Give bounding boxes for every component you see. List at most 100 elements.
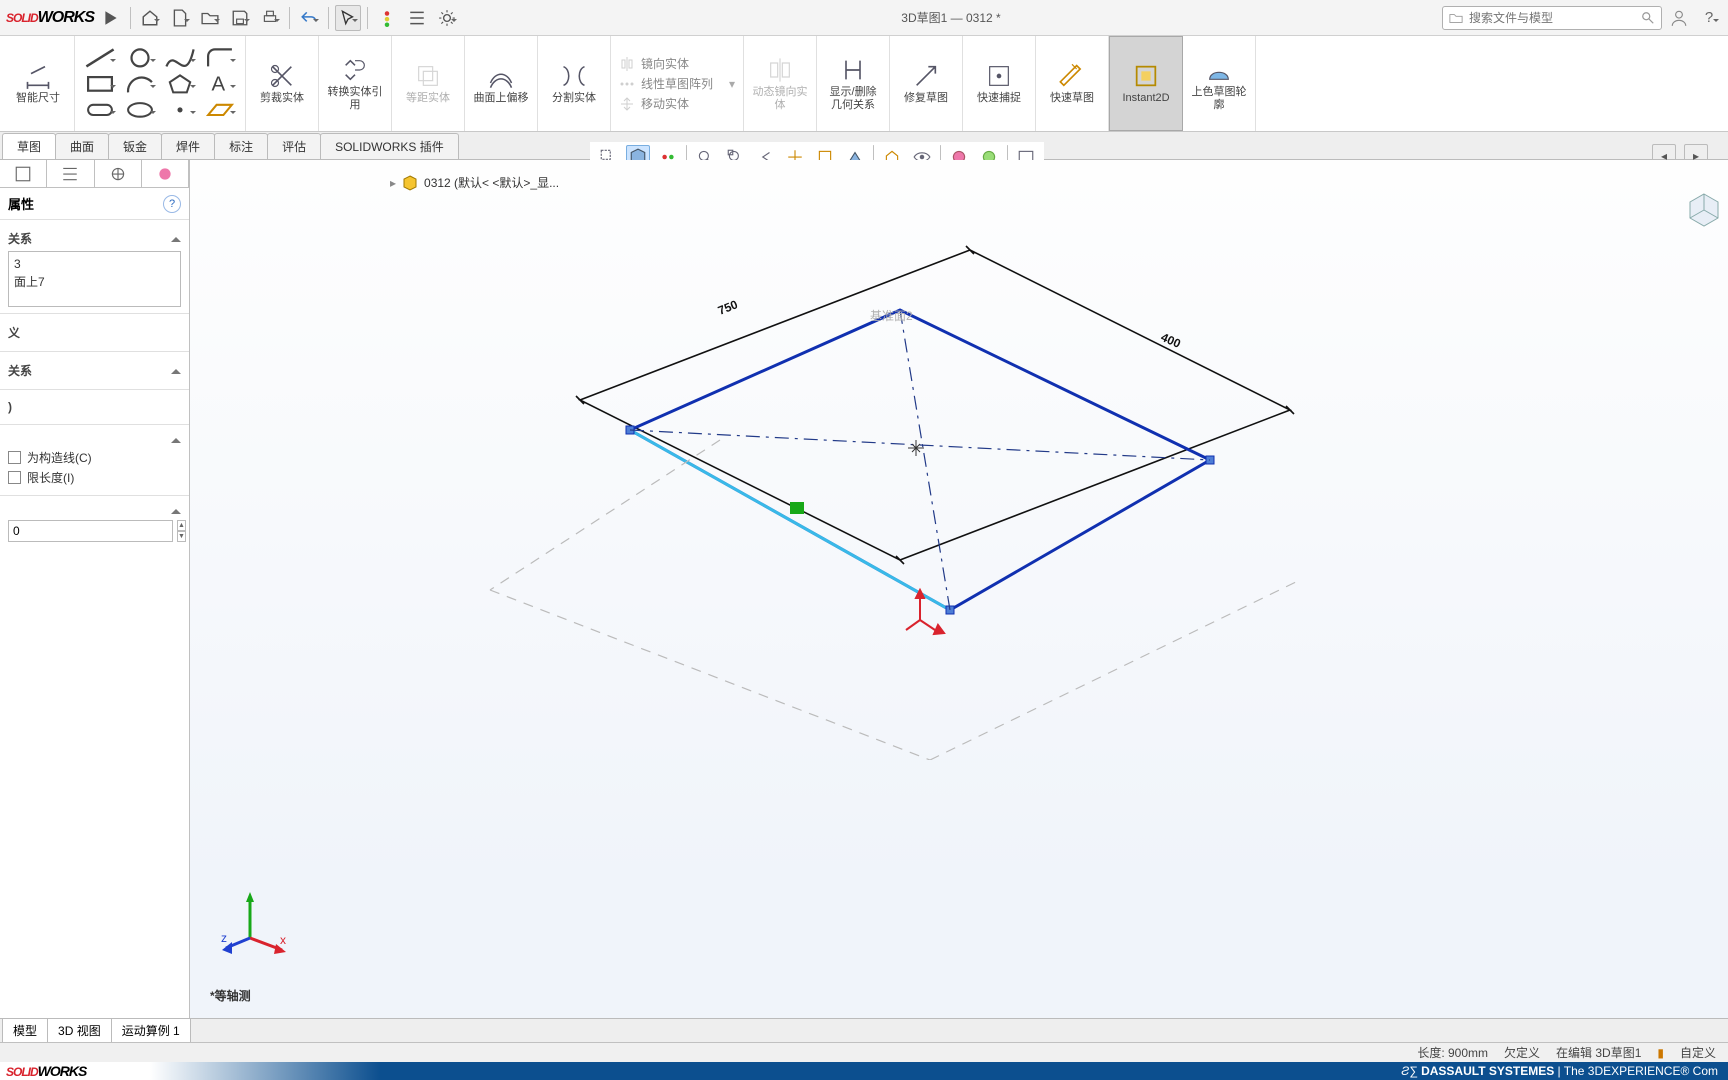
feature-tree-tab[interactable]: [0, 160, 47, 187]
save-icon[interactable]: [227, 5, 253, 31]
help-icon[interactable]: ?: [1696, 5, 1722, 31]
run-triangle-icon[interactable]: [98, 5, 124, 31]
rectangle-tool[interactable]: [83, 73, 117, 95]
options-list-icon[interactable]: [404, 5, 430, 31]
tab-evaluate[interactable]: 评估: [267, 133, 321, 159]
app-logo: SOLIDWORKS: [6, 9, 94, 27]
tab-weldment[interactable]: 焊件: [161, 133, 215, 159]
label: Instant2D: [1123, 92, 1170, 105]
undo-icon[interactable]: [296, 5, 322, 31]
view-orientation-label: *等轴测: [210, 987, 251, 1004]
slot-tool[interactable]: [83, 99, 117, 121]
graphics-viewport[interactable]: ▸ 0312 (默认< <默认>_显... 750 400: [190, 160, 1728, 1018]
tab-model[interactable]: 模型: [2, 1018, 48, 1042]
tab-3dview[interactable]: 3D 视图: [47, 1018, 112, 1042]
list-item[interactable]: 3: [14, 255, 175, 273]
tab-annotation[interactable]: 标注: [214, 133, 268, 159]
open-folder-icon[interactable]: [197, 5, 223, 31]
quick-snap-button[interactable]: 快速捕捉: [971, 62, 1027, 105]
tab-motion[interactable]: 运动算例 1: [111, 1018, 191, 1042]
smart-dimension-label: 智能尺寸: [16, 92, 60, 105]
panel-title: 属性: [8, 194, 34, 213]
polygon-tool[interactable]: [163, 73, 197, 95]
user-icon[interactable]: [1666, 5, 1692, 31]
circle-tool[interactable]: [123, 47, 157, 69]
fillet-tool[interactable]: [203, 47, 237, 69]
plane-tool[interactable]: [203, 99, 237, 121]
trim-entities-button[interactable]: 剪裁实体: [254, 62, 310, 105]
property-tab[interactable]: [47, 160, 94, 187]
surface-offset-button[interactable]: 曲面上偏移: [473, 62, 529, 105]
main-area: 属性 ? 关系 3 面上7 义 关系 ) 为构造线(C) 限长度(I): [0, 160, 1728, 1018]
bottom-tabs: 模型 3D 视图 运动算例 1: [0, 1018, 1728, 1042]
svg-text:400: 400: [1159, 330, 1183, 351]
help-icon[interactable]: ?: [163, 195, 181, 213]
shaded-contour-button[interactable]: 上色草图轮廓: [1191, 56, 1247, 111]
solidworks-logo: SOLIDWORKS: [6, 1063, 86, 1079]
mirror-entities-item[interactable]: 镜向实体: [619, 54, 689, 74]
chevron-up-icon[interactable]: [171, 504, 181, 514]
status-underdefined: 欠定义: [1504, 1044, 1540, 1061]
home-icon[interactable]: [137, 5, 163, 31]
breadcrumb[interactable]: ▸ 0312 (默认< <默认>_显...: [390, 174, 559, 191]
quick-sketch-button[interactable]: 快速草图: [1044, 62, 1100, 105]
instant2d-button[interactable]: Instant2D: [1118, 62, 1174, 105]
point-tool[interactable]: [163, 99, 197, 121]
part-icon: [402, 175, 418, 191]
config-tab[interactable]: [95, 160, 142, 187]
search-input[interactable]: [1469, 11, 1635, 25]
select-cursor-icon[interactable]: [335, 5, 361, 31]
linear-pattern-item[interactable]: 线性草图阵列▾: [619, 74, 735, 94]
folder-icon: [1449, 11, 1463, 25]
convert-entities-button[interactable]: 转换实体引用: [327, 56, 383, 111]
tab-sketch[interactable]: 草图: [2, 133, 56, 159]
view-cube-icon[interactable]: [1684, 190, 1724, 230]
relations-listbox[interactable]: 3 面上7: [8, 251, 181, 307]
arc-tool[interactable]: [123, 73, 157, 95]
spin-buttons[interactable]: ▲▼: [177, 520, 186, 542]
chevron-up-icon[interactable]: [171, 364, 181, 374]
status-custom[interactable]: 自定义: [1680, 1044, 1716, 1061]
construction-line-checkbox[interactable]: 为构造线(C): [8, 449, 181, 466]
label: 转换实体引用: [327, 86, 383, 111]
chevron-up-icon[interactable]: [171, 232, 181, 242]
panel-header: 属性 ?: [0, 188, 189, 219]
numeric-input[interactable]: [8, 520, 173, 542]
label: 曲面上偏移: [474, 92, 529, 105]
new-file-icon[interactable]: [167, 5, 193, 31]
smart-dimension-button[interactable]: 智能尺寸: [10, 62, 66, 105]
split-entities-button[interactable]: 分割实体: [546, 62, 602, 105]
print-icon[interactable]: [257, 5, 283, 31]
status-bar: 长度: 900mm 欠定义 在编辑 3D草图1 ▮ 自定义: [0, 1042, 1728, 1062]
tab-sheetmetal[interactable]: 钣金: [108, 133, 162, 159]
status-editing: 在编辑 3D草图1: [1556, 1044, 1641, 1061]
svg-text:A: A: [212, 73, 226, 95]
tab-addins[interactable]: SOLIDWORKS 插件: [320, 133, 459, 159]
list-item[interactable]: 面上7: [14, 273, 175, 291]
infinite-length-checkbox[interactable]: 限长度(I): [8, 469, 181, 486]
appearance-tab[interactable]: [142, 160, 189, 187]
section-relations: 关系: [8, 230, 32, 247]
spline-tool[interactable]: [163, 47, 197, 69]
separator: [328, 7, 329, 29]
offset-entities-button: 等距实体: [400, 62, 456, 105]
chevron-up-icon[interactable]: [171, 433, 181, 443]
status-length: 长度: 900mm: [1417, 1044, 1488, 1061]
search-box[interactable]: [1442, 6, 1662, 30]
label: 上色草图轮廓: [1191, 86, 1247, 111]
move-entities-item[interactable]: 移动实体: [619, 94, 689, 114]
text-tool[interactable]: A: [203, 73, 237, 95]
traffic-light-icon[interactable]: [374, 5, 400, 31]
label: 快速草图: [1050, 92, 1094, 105]
tab-surface[interactable]: 曲面: [55, 133, 109, 159]
label: 等距实体: [406, 92, 450, 105]
status-icon: ▮: [1657, 1046, 1664, 1060]
line-tool[interactable]: [83, 47, 117, 69]
show-relations-button[interactable]: 显示/删除几何关系: [825, 56, 881, 111]
svg-text:z: z: [221, 931, 227, 945]
repair-sketch-button[interactable]: 修复草图: [898, 62, 954, 105]
ellipse-tool[interactable]: [123, 99, 157, 121]
section-label: 关系: [8, 362, 32, 379]
gear-icon[interactable]: [434, 5, 460, 31]
svg-text:基准面2: 基准面2: [870, 309, 913, 323]
